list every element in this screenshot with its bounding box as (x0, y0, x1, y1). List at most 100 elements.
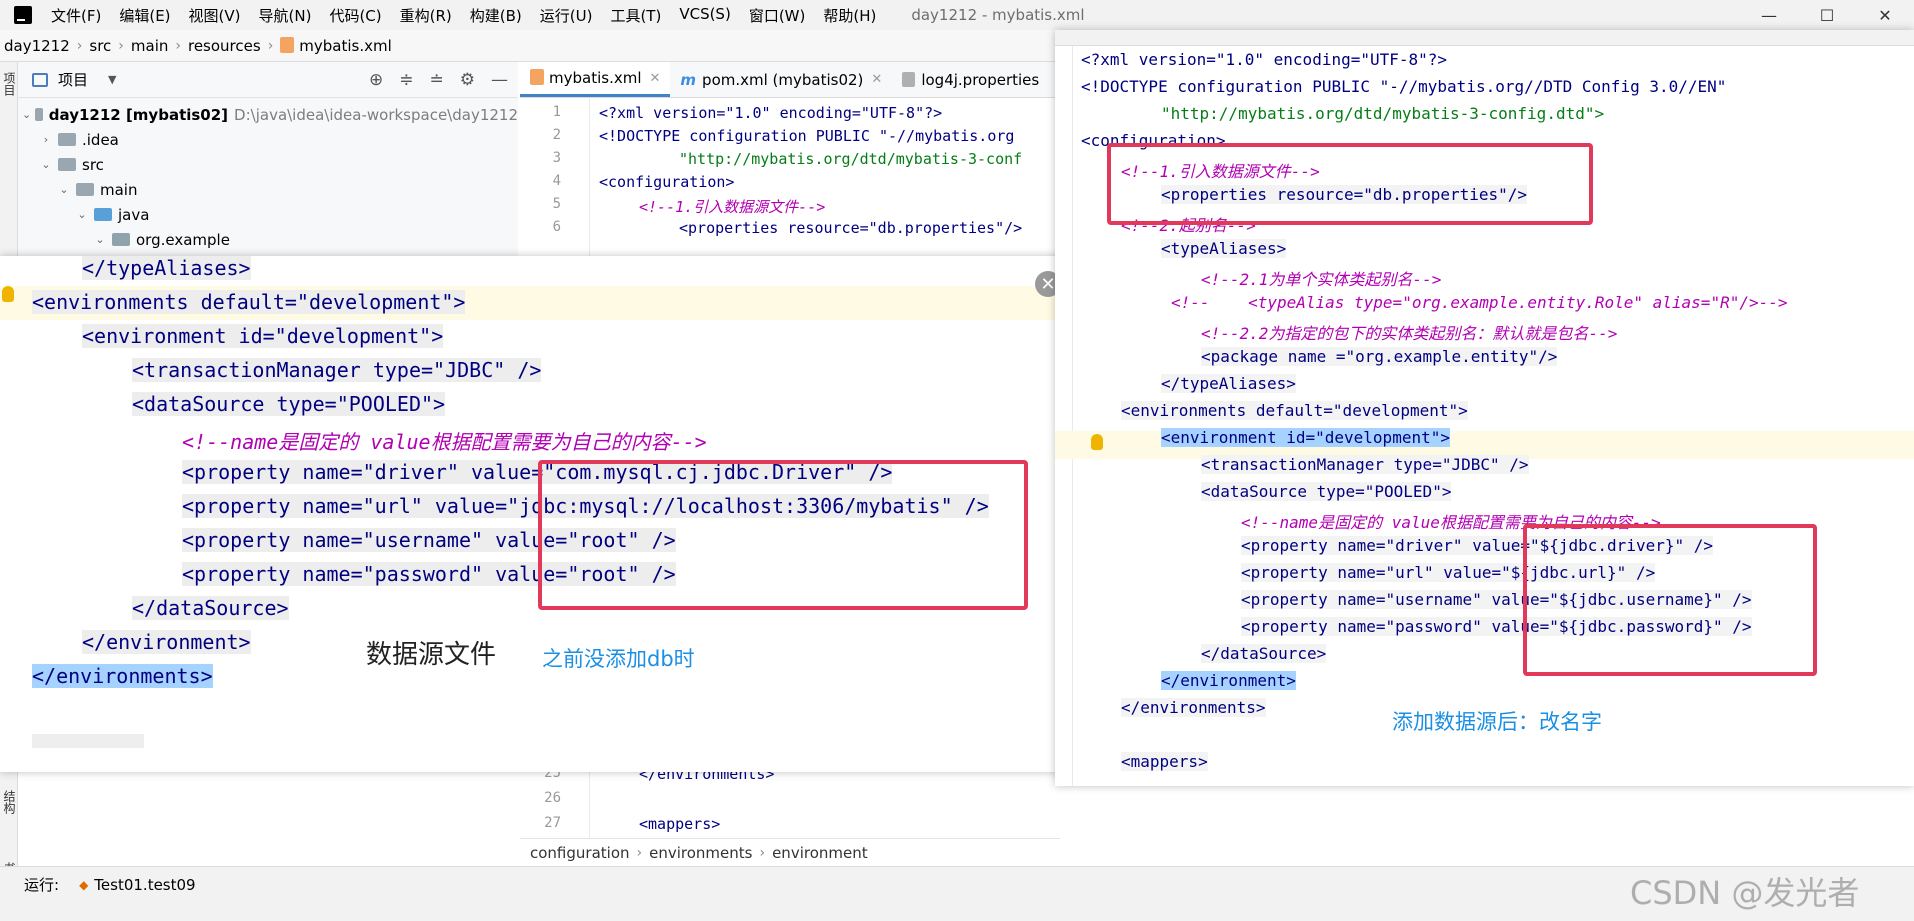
breadcrumb-item[interactable]: environment (772, 844, 868, 862)
line-number: 6 (552, 219, 561, 235)
locate-icon[interactable]: ⊕ (369, 70, 383, 90)
chevron-right-icon[interactable]: › (38, 133, 54, 146)
code-line: <?xml version="1.0" encoding="UTF-8"?> (599, 104, 943, 122)
editor-breadcrumb: configuration › environments › environme… (520, 838, 1060, 866)
close-tab-icon[interactable]: ✕ (871, 72, 882, 87)
tree-item-java[interactable]: ⌄ java (18, 202, 518, 227)
xml-file-icon (280, 36, 295, 53)
code-line: <environments default="development"> (1121, 401, 1468, 420)
hide-icon[interactable]: — (491, 70, 508, 90)
run-tab[interactable]: 运行: ◆ Test01.test09 (24, 874, 196, 895)
menu-view[interactable]: 视图(V) (180, 5, 250, 26)
expand-all-icon[interactable]: ≑ (399, 70, 413, 90)
menu-vcs[interactable]: VCS(S) (670, 5, 739, 26)
source-folder-icon (94, 208, 112, 221)
menu-build[interactable]: 构建(B) (461, 5, 531, 26)
chevron-down-icon[interactable]: ▼ (108, 73, 116, 86)
annotation-red-box (1107, 143, 1593, 225)
code-line: <configuration> (599, 173, 735, 191)
menu-file[interactable]: 文件(F) (42, 5, 110, 26)
chevron-down-icon[interactable]: ⌄ (38, 158, 54, 171)
project-tool-button[interactable]: 项目 (1, 72, 18, 96)
code-line: </environment> (82, 630, 251, 654)
tree-item-root[interactable]: ⌄ day1212 [mybatis02] D:\java\idea\idea-… (18, 102, 518, 127)
tree-item-idea[interactable]: › .idea (18, 127, 518, 152)
chevron-down-icon[interactable]: ⌄ (74, 208, 90, 221)
window-controls: — ☐ ✕ (1740, 0, 1914, 30)
annotation-red-box (1523, 524, 1817, 676)
properties-file-icon (902, 72, 916, 87)
gutter-divider (1072, 46, 1073, 786)
collapse-all-icon[interactable]: ≐ (430, 70, 444, 90)
tree-item-src[interactable]: ⌄ src (18, 152, 518, 177)
chevron-down-icon[interactable]: ⌄ (22, 108, 31, 121)
annotation-red-box (538, 460, 1028, 610)
menu-bar: 文件(F) 编辑(E) 视图(V) 导航(N) 代码(C) 重构(R) 构建(B… (0, 0, 1914, 30)
crumb-project[interactable]: day1212 (4, 37, 70, 55)
code-line: <typeAliases> (1161, 239, 1287, 258)
chevron-down-icon[interactable]: ⌄ (56, 183, 72, 196)
run-config-name[interactable]: Test01.test09 (94, 876, 195, 894)
tab-pom-xml[interactable]: m pom.xml (mybatis02) ✕ (670, 62, 892, 97)
xml-file-icon (530, 69, 544, 85)
maximize-icon[interactable]: ☐ (1798, 0, 1856, 30)
annotation-note: 添加数据源后：改名字 (1392, 710, 1602, 734)
menu-help[interactable]: 帮助(H) (814, 5, 885, 26)
code-line: <environment id="development"> (1161, 428, 1450, 447)
lightbulb-icon[interactable] (2, 286, 14, 302)
tree-item-label: day1212 [mybatis02] (48, 105, 229, 124)
tree-item-main[interactable]: ⌄ main (18, 177, 518, 202)
main-menu: 文件(F) 编辑(E) 视图(V) 导航(N) 代码(C) 重构(R) 构建(B… (42, 5, 885, 26)
menu-edit[interactable]: 编辑(E) (110, 5, 179, 26)
crumb-resources[interactable]: resources (188, 37, 261, 55)
project-panel-title[interactable]: 项目 (58, 69, 88, 90)
close-tab-icon[interactable]: ✕ (650, 71, 661, 86)
crumb-file[interactable]: mybatis.xml (299, 37, 392, 55)
breadcrumb-item[interactable]: configuration (530, 844, 630, 862)
menu-navigate[interactable]: 导航(N) (250, 5, 321, 26)
tab-label: mybatis.xml (549, 69, 642, 87)
line-number: 26 (544, 790, 561, 806)
package-icon (112, 233, 130, 246)
code-line: "http://mybatis.org/dtd/mybatis-3-config… (1161, 104, 1605, 123)
code-line: </dataSource> (1201, 644, 1327, 663)
chevron-right-icon: › (267, 37, 274, 54)
navigation-bar: day1212 › src › main › resources › mybat… (0, 30, 1060, 62)
folder-icon (76, 183, 94, 196)
folder-icon (58, 133, 76, 146)
code-line: </environment> (1161, 671, 1296, 690)
menu-code[interactable]: 代码(C) (320, 5, 390, 26)
crumb-main[interactable]: main (131, 37, 168, 55)
gear-icon[interactable]: ⚙ (460, 70, 475, 90)
minimize-icon[interactable]: — (1740, 0, 1798, 30)
tree-item-label: java (118, 205, 150, 224)
annotation-subtitle: 之前没添加db时 (542, 647, 695, 671)
tab-mybatis-xml[interactable]: mybatis.xml ✕ (520, 62, 671, 97)
breadcrumb-item[interactable]: environments (649, 844, 752, 862)
folder-icon (58, 158, 76, 171)
code-comment: <!--2.1为单个实体类起别名--> (1201, 270, 1442, 289)
code-comment: <!-- <typeAlias type="org.example.entity… (1171, 293, 1788, 312)
close-icon[interactable]: ✕ (1856, 0, 1914, 30)
tree-item-package[interactable]: ⌄ org.example (18, 227, 518, 252)
editor-tab-bar: mybatis.xml ✕ m pom.xml (mybatis02) ✕ lo… (520, 62, 1060, 98)
chevron-down-icon[interactable]: ⌄ (92, 233, 108, 246)
tree-item-label: .idea (82, 130, 119, 149)
chevron-right-icon: › (175, 37, 181, 54)
structure-tool-button[interactable]: 结构 (1, 790, 18, 814)
menu-tools[interactable]: 工具(T) (601, 5, 670, 26)
annotation-title: 数据源文件 (366, 640, 497, 670)
code-line: <mappers> (1121, 752, 1208, 771)
code-line: <transactionManager type="JDBC" /> (1201, 455, 1529, 474)
code-line: <!DOCTYPE configuration PUBLIC "-//mybat… (599, 127, 1015, 145)
tree-item-path: D:\java\idea\idea-workspace\day1212 (234, 105, 518, 124)
line-number: 4 (552, 173, 561, 189)
lightbulb-icon[interactable] (1091, 434, 1103, 450)
line-number: 3 (552, 150, 561, 166)
crumb-src[interactable]: src (89, 37, 111, 55)
menu-run[interactable]: 运行(U) (531, 5, 602, 26)
menu-window[interactable]: 窗口(W) (740, 5, 815, 26)
overlay-screenshot-before: </typeAliases> <environments default="de… (0, 256, 1077, 772)
tab-log4j-properties[interactable]: log4j.properties (892, 62, 1049, 97)
menu-refactor[interactable]: 重构(R) (391, 5, 461, 26)
